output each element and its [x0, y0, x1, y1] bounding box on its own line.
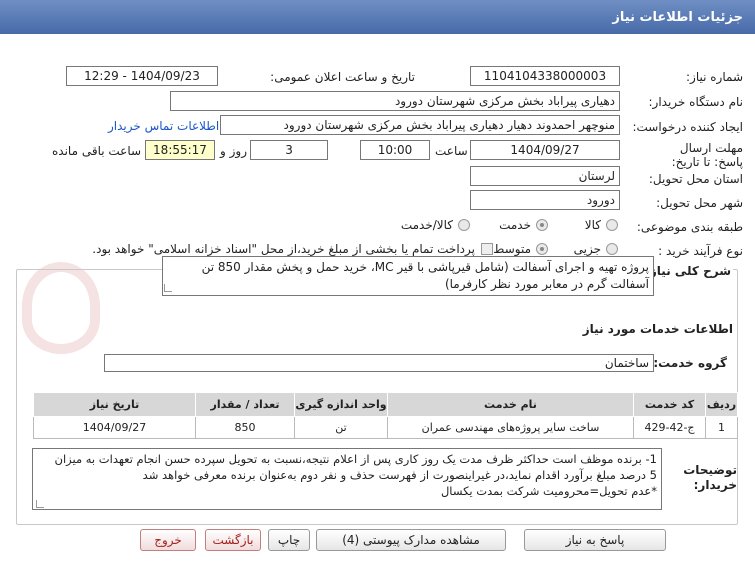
process-option-medium[interactable]: متوسط [493, 242, 548, 256]
buyer-notes-label: توضیحات خریدار: [683, 463, 737, 492]
category-option-goods[interactable]: کالا [585, 218, 618, 232]
print-button[interactable]: چاپ [268, 529, 310, 551]
services-table: ردیف کد خدمت نام خدمت واحد اندازه گیری ت… [33, 392, 738, 439]
col-qty: تعداد / مقدار [195, 392, 295, 417]
city-label: شهر محل تحویل: [656, 196, 743, 210]
category-option-goods-service[interactable]: کالا/خدمت [401, 218, 470, 232]
attachments-button[interactable]: مشاهده مدارک پیوستی (4) [316, 529, 506, 551]
province-label: استان محل تحویل: [648, 172, 743, 186]
cell-date: 1404/09/27 [33, 416, 196, 439]
buyer-org-field: دهیاری پیراباد بخش مرکزی شهرستان دورود [170, 91, 620, 111]
description-text: پروژه تهیه و اجرای آسفالت (شامل قیرپاشی … [162, 256, 654, 296]
process-label: نوع فرآیند خرید : [658, 244, 743, 258]
col-unit: واحد اندازه گیری [294, 392, 388, 417]
buyer-notes-box: 1- برنده موظف است حداکثر ظرف مدت یک روز … [32, 448, 662, 510]
city-field: دورود [470, 190, 620, 210]
deadline-label: مهلت ارسال پاسخ: تا تاریخ: [671, 141, 743, 169]
reply-button[interactable]: پاسخ به نیاز [524, 529, 666, 551]
page-title: جزئیات اطلاعات نیاز [612, 9, 743, 25]
announce-field: 1404/09/23 - 12:29 [66, 66, 218, 86]
col-row: ردیف [705, 392, 738, 417]
col-code: کد خدمت [633, 392, 706, 417]
treasury-checkbox-icon[interactable] [481, 243, 493, 255]
notes-resize-handle-icon[interactable] [36, 500, 44, 508]
radio-medium-icon[interactable] [536, 243, 548, 255]
description-label: شرح کلی نیاز: [643, 264, 733, 278]
creator-label: ایجاد کننده درخواست: [632, 120, 743, 134]
buyer-org-label: نام دستگاه خریدار: [648, 95, 744, 109]
col-date: تاریخ نیاز [33, 392, 196, 417]
services-section-title: اطلاعات خدمات مورد نیاز [582, 322, 733, 336]
need-number-label: شماره نیاز: [686, 70, 743, 84]
table-header-row: ردیف کد خدمت نام خدمت واحد اندازه گیری ت… [33, 392, 738, 417]
radio-goods-icon[interactable] [606, 219, 618, 231]
radio-goods-service-icon[interactable] [458, 219, 470, 231]
announce-label: تاریخ و ساعت اعلان عمومی: [270, 70, 415, 84]
process-option-minor[interactable]: جزیی [574, 242, 618, 256]
deadline-time-field: 10:00 [360, 140, 430, 160]
back-button[interactable]: بازگشت [205, 529, 261, 551]
deadline-date-field: 1404/09/27 [470, 140, 620, 160]
cell-unit: تن [294, 416, 388, 439]
days-label: روز و [220, 144, 247, 158]
days-remaining-field: 3 [250, 140, 328, 160]
cell-row: 1 [705, 416, 738, 439]
table-row: 1 ج-42-429 ساخت سایر پروژه‌های مهندسی عم… [33, 416, 738, 439]
cell-code: ج-42-429 [633, 416, 706, 439]
service-group-field: ساختمان [104, 354, 654, 372]
buyer-note-line: 5 درصد مبلغ برآورد اقدام نماید،در غیراین… [142, 468, 657, 482]
service-group-label: گروه خدمت: [653, 356, 727, 370]
exit-button[interactable]: خروج [140, 529, 196, 551]
page-header: جزئیات اطلاعات نیاز [0, 0, 755, 34]
remaining-label: ساعت باقی مانده [52, 144, 142, 158]
creator-field: منوچهر احمدوند دهیار دهیاری پیراباد بخش … [220, 115, 620, 135]
radio-minor-icon[interactable] [606, 243, 618, 255]
need-number-field: 1104104338000003 [470, 66, 620, 86]
deadline-time-label: ساعت [435, 144, 468, 158]
buyer-note-line: *عدم تحویل=محرومیت شرکت بمدت یکسال [440, 484, 657, 498]
col-name: نام خدمت [387, 392, 634, 417]
cell-qty: 850 [195, 416, 295, 439]
buyer-note-line: 1- برنده موظف است حداکثر ظرف مدت یک روز … [54, 452, 658, 466]
category-option-service[interactable]: خدمت [499, 218, 548, 232]
contact-buyer-link[interactable]: اطلاعات تماس خریدار [108, 119, 219, 133]
resize-handle-icon[interactable] [164, 284, 172, 292]
province-field: لرستان [470, 166, 620, 186]
payment-note: پرداخت تمام یا بخشی از مبلغ خرید،از محل … [92, 242, 493, 256]
remaining-time-field: 18:55:17 [145, 140, 215, 160]
radio-service-icon[interactable] [536, 219, 548, 231]
category-label: طبقه بندی موضوعی: [636, 220, 743, 234]
cell-name: ساخت سایر پروژه‌های مهندسی عمران [387, 416, 634, 439]
